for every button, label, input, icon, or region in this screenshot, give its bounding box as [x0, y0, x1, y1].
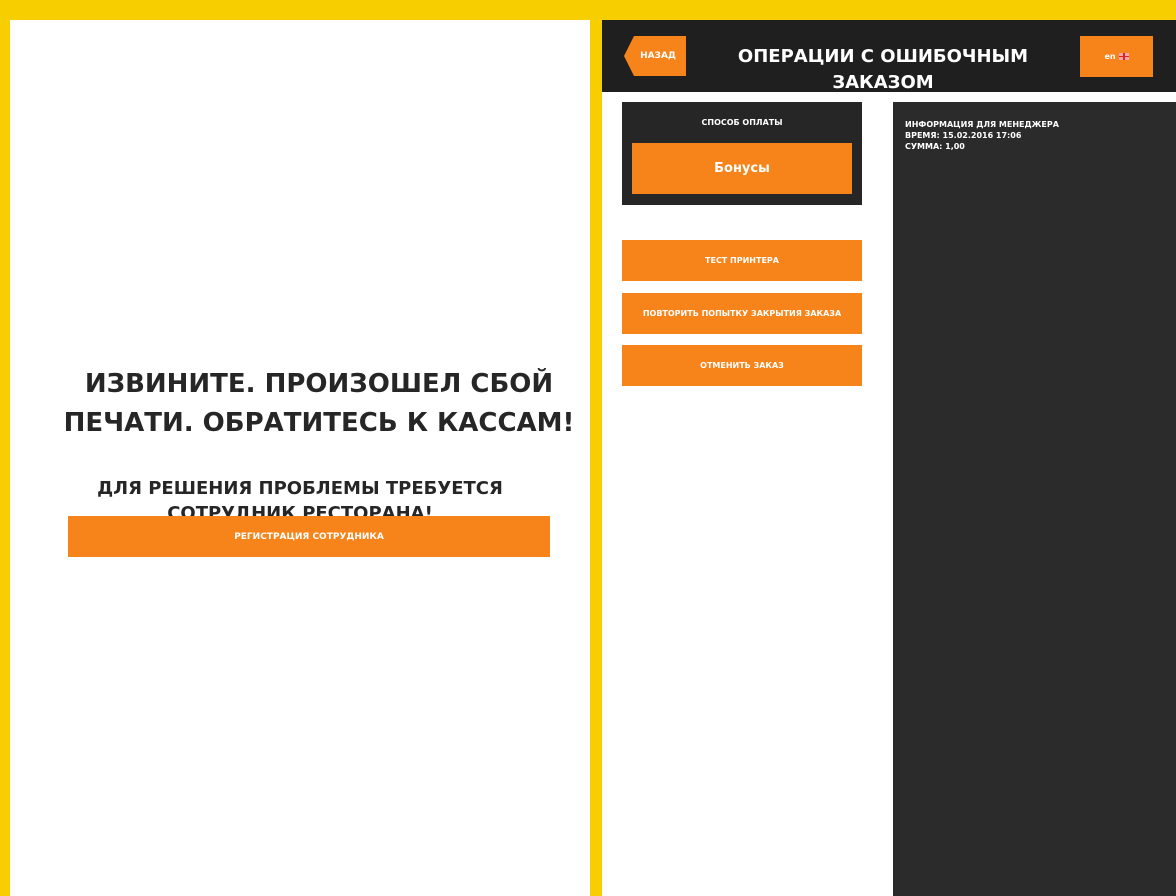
test-printer-button[interactable]: ТЕСТ ПРИНТЕРА	[622, 240, 862, 281]
manager-info-sum: СУММА: 1,00	[905, 142, 965, 151]
payment-method-label: СПОСОБ ОПЛАТЫ	[701, 118, 783, 127]
manager-info-text: ИНФОРМАЦИЯ ДЛЯ МЕНЕДЖЕРА ВРЕМЯ: 15.02.20…	[905, 119, 1059, 152]
cancel-order-button[interactable]: ОТМЕНИТЬ ЗАКАЗ	[622, 345, 862, 386]
payment-method-button[interactable]: Бонусы	[632, 143, 852, 194]
top-bar: НАЗАД ОПЕРАЦИИ С ОШИБОЧНЫМ ЗАКАЗОМ en	[602, 20, 1176, 93]
payment-method-box: СПОСОБ ОПЛАТЫ Бонусы	[622, 102, 862, 205]
language-button[interactable]: en	[1080, 36, 1153, 77]
retry-close-order-button[interactable]: ПОВТОРИТЬ ПОПЫТКУ ЗАКРЫТИЯ ЗАКАЗА	[622, 293, 862, 334]
manager-operations-panel: НАЗАД ОПЕРАЦИИ С ОШИБОЧНЫМ ЗАКАЗОМ en СП…	[602, 20, 1176, 896]
uk-flag-icon	[1118, 53, 1129, 60]
error-title: ИЗВИНИТЕ. ПРОИЗОШЕЛ СБОЙ ПЕЧАТИ. ОБРАТИТ…	[63, 369, 575, 438]
language-label: en	[1104, 52, 1116, 61]
manager-info-heading: ИНФОРМАЦИЯ ДЛЯ МЕНЕДЖЕРА	[905, 120, 1059, 129]
customer-error-panel: ИЗВИНИТЕ. ПРОИЗОШЕЛ СБОЙ ПЕЧАТИ. ОБРАТИТ…	[10, 20, 590, 896]
manager-info-time: ВРЕМЯ: 15.02.2016 17:06	[905, 131, 1022, 140]
back-button[interactable]: НАЗАД	[624, 36, 686, 76]
page-title: ОПЕРАЦИИ С ОШИБОЧНЫМ ЗАКАЗОМ	[737, 46, 1029, 93]
manager-info-panel: ИНФОРМАЦИЯ ДЛЯ МЕНЕДЖЕРА ВРЕМЯ: 15.02.20…	[893, 102, 1176, 896]
staff-registration-button[interactable]: РЕГИСТРАЦИЯ СОТРУДНИКА	[68, 516, 550, 557]
